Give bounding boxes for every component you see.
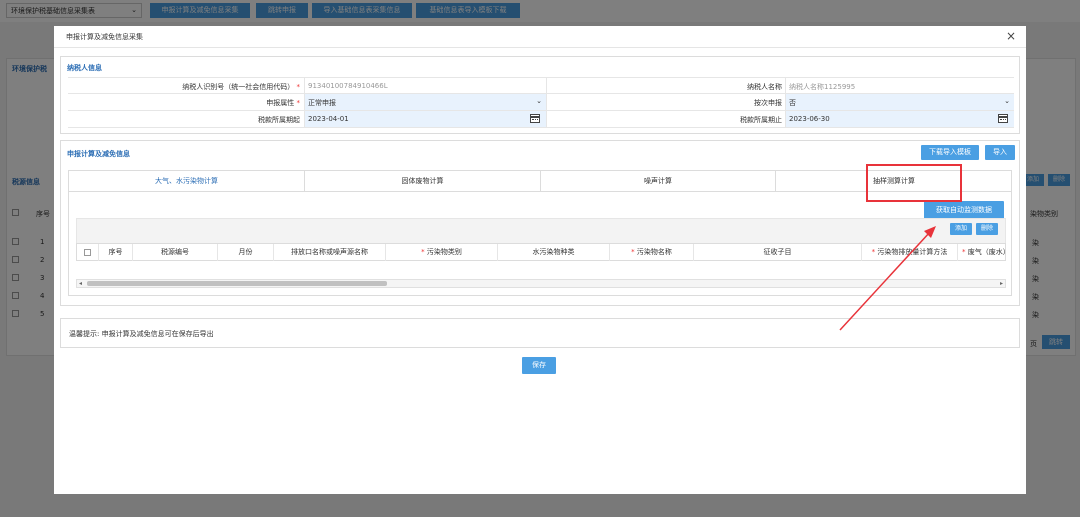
period-start-label: 税款所属期起	[258, 116, 300, 124]
tip-box: 温馨提示: 申报计算及减免信息可在保存后导出	[60, 318, 1020, 348]
table-toolbar: 添加 删除	[76, 218, 1006, 243]
horizontal-scrollbar[interactable]: ◂ ▸	[76, 279, 1006, 288]
taxpayer-name-label: 纳税人名称	[747, 83, 782, 91]
save-button[interactable]: 保存	[522, 357, 556, 374]
add-row-button[interactable]: 添加	[950, 223, 972, 235]
by-time-select[interactable]: 否 ⌄	[786, 94, 1014, 110]
select-all-checkbox[interactable]	[84, 249, 91, 256]
col-month: 月份	[218, 244, 274, 261]
taxpayer-id-label: 纳税人识别号（统一社会信用代码） *	[182, 83, 300, 91]
col-calc-method: * 污染物排放量计算方法	[862, 244, 958, 261]
select-all-cell	[77, 244, 99, 261]
declare-attr-label: 申报属性 *	[266, 99, 300, 107]
taxpayer-id-value: 91340100784910466L	[308, 82, 388, 90]
period-start-value: 2023-04-01	[308, 115, 349, 123]
taxpayer-row-2: 申报属性 * 正常申报 ⌄ 按次申报 否 ⌄	[68, 94, 1014, 111]
col-source-no: 税源编号	[133, 244, 218, 261]
by-time-value: 否	[789, 99, 796, 107]
tip-text: 温馨提示: 申报计算及减免信息可在保存后导出	[69, 330, 214, 338]
col-outlet-name: 排放口名称或噪声源名称	[274, 244, 386, 261]
tab-solid-waste[interactable]: 固体废物计算	[305, 171, 541, 192]
period-end-label: 税款所属期止	[740, 116, 782, 124]
tab-noise[interactable]: 噪声计算	[541, 171, 776, 192]
download-import-template-button[interactable]: 下载导入模板	[921, 145, 979, 160]
scrollbar-thumb[interactable]	[87, 281, 387, 286]
scroll-right-icon[interactable]: ▸	[1000, 280, 1003, 287]
col-seq: 序号	[99, 244, 133, 261]
period-end-input[interactable]: 2023-06-30	[786, 111, 1014, 127]
calc-modal: 申报计算及减免信息采集 × 纳税人信息 纳税人识别号（统一社会信用代码） * 9…	[54, 26, 1026, 494]
calendar-icon[interactable]	[998, 114, 1008, 123]
col-sub-item: 征收子目	[694, 244, 862, 261]
tab-air-water[interactable]: 大气、水污染物计算	[69, 171, 305, 192]
highlight-box	[866, 164, 962, 202]
taxpayer-section-title: 纳税人信息	[67, 64, 102, 72]
declare-attr-select[interactable]: 正常申报 ⌄	[305, 94, 546, 110]
taxpayer-section: 纳税人信息 纳税人识别号（统一社会信用代码） * 913401007849104…	[60, 56, 1020, 134]
calendar-icon[interactable]	[530, 114, 540, 123]
modal-title: 申报计算及减免信息采集	[66, 33, 143, 41]
col-pollutant-category: * 污染物类别	[386, 244, 498, 261]
import-button[interactable]: 导入	[985, 145, 1015, 160]
col-emission-volume: * 废气（废水）排放量	[962, 248, 1007, 256]
modal-header: 申报计算及减免信息采集 ×	[54, 26, 1026, 48]
delete-row-button[interactable]: 删除	[976, 223, 998, 235]
calc-table-header: 序号 税源编号 月份 排放口名称或噪声源名称 * 污染物类别 水污染物种类 * …	[76, 243, 1007, 261]
close-icon[interactable]: ×	[1006, 29, 1016, 43]
by-time-label: 按次申报	[754, 99, 782, 107]
calc-section-title: 申报计算及减免信息	[67, 150, 130, 158]
chevron-down-icon: ⌄	[536, 97, 542, 105]
taxpayer-name-value: 纳税人名称1125995	[789, 83, 856, 91]
taxpayer-row-1: 纳税人识别号（统一社会信用代码） * 91340100784910466L 纳税…	[68, 77, 1014, 94]
period-end-value: 2023-06-30	[789, 115, 830, 123]
taxpayer-row-3: 税款所属期起 2023-04-01 税款所属期止 2023-06-30	[68, 111, 1014, 128]
period-start-input[interactable]: 2023-04-01	[305, 111, 546, 127]
fetch-monitoring-data-button[interactable]: 获取自动监测数据	[924, 201, 1004, 219]
col-water-pollutant-type: 水污染物种类	[498, 244, 610, 261]
scroll-left-icon[interactable]: ◂	[79, 280, 82, 287]
col-pollutant-name: * 污染物名称	[610, 244, 694, 261]
declare-attr-value: 正常申报	[308, 99, 336, 107]
chevron-down-icon: ⌄	[1004, 97, 1010, 105]
